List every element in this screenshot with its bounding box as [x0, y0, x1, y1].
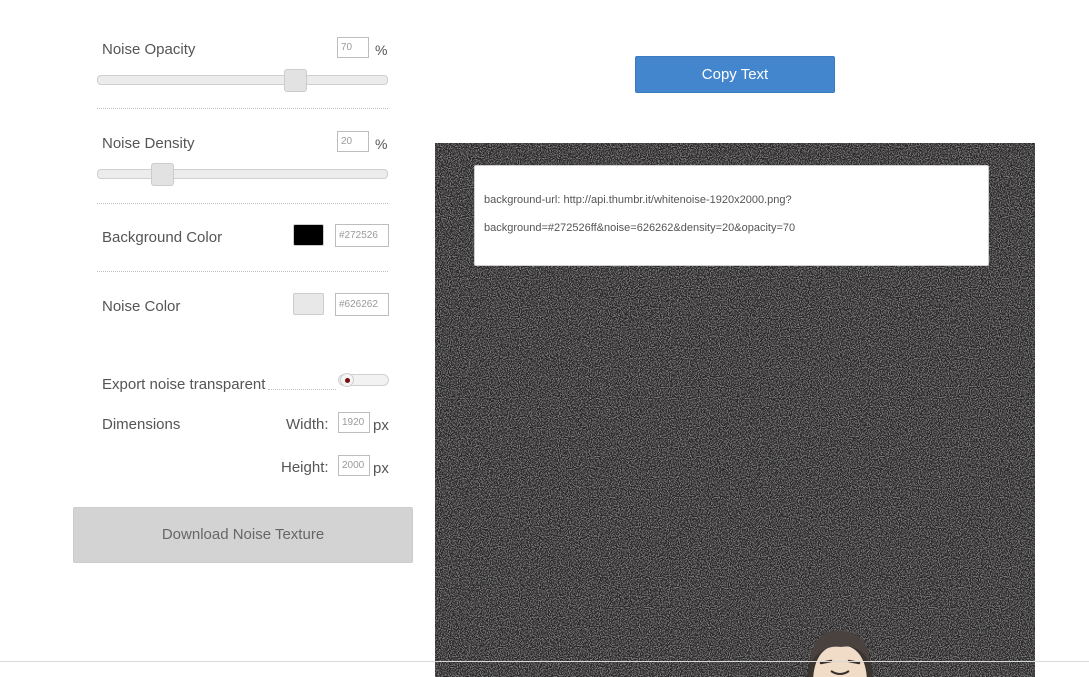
css-output-box[interactable]: background-url: http://api.thumbr.it/whi…	[474, 165, 989, 266]
toggle-switch-icon	[340, 373, 354, 387]
noise-color-swatch[interactable]	[293, 293, 324, 315]
page-bottom-border	[0, 661, 1089, 662]
noise-density-label: Noise Density	[102, 135, 195, 152]
divider	[97, 108, 388, 109]
export-transparent-label: Export noise transparent	[102, 376, 266, 393]
divider	[97, 203, 388, 204]
background-color-swatch[interactable]	[293, 224, 324, 246]
noise-density-input[interactable]	[337, 131, 369, 152]
height-unit: px	[373, 460, 389, 477]
noise-opacity-unit: %	[375, 42, 388, 58]
height-input[interactable]	[338, 455, 370, 476]
css-output-line-1: background-url: http://api.thumbr.it/whi…	[484, 194, 792, 206]
noise-density-slider[interactable]	[97, 163, 388, 186]
noise-opacity-slider[interactable]	[97, 69, 388, 92]
divider	[268, 389, 336, 390]
height-label: Height:	[281, 459, 329, 476]
export-transparent-toggle[interactable]	[338, 373, 389, 387]
dimensions-label: Dimensions	[102, 416, 181, 433]
noise-density-slider-handle[interactable]	[151, 163, 174, 186]
width-unit: px	[373, 417, 389, 434]
settings-panel: Noise Opacity % Noise Density % Backgrou…	[0, 0, 430, 677]
noise-color-input[interactable]	[335, 293, 389, 316]
download-noise-texture-button[interactable]: Download Noise Texture	[73, 507, 413, 563]
noise-color-label: Noise Color	[102, 298, 181, 315]
noise-opacity-slider-handle[interactable]	[284, 69, 307, 92]
noise-preview: background-url: http://api.thumbr.it/whi…	[435, 143, 1035, 677]
mascot-avatar-icon	[807, 630, 873, 677]
background-color-input[interactable]	[335, 224, 389, 247]
width-input[interactable]	[338, 412, 370, 433]
noise-density-unit: %	[375, 136, 388, 152]
width-label: Width:	[286, 416, 329, 433]
background-color-label: Background Color	[102, 229, 223, 246]
divider	[97, 271, 388, 272]
css-output-line-2: background=#272526ff&noise=626262&densit…	[484, 222, 796, 234]
noise-opacity-input[interactable]	[337, 37, 369, 58]
copy-text-button[interactable]: Copy Text	[635, 56, 835, 93]
noise-opacity-label: Noise Opacity	[102, 41, 196, 58]
